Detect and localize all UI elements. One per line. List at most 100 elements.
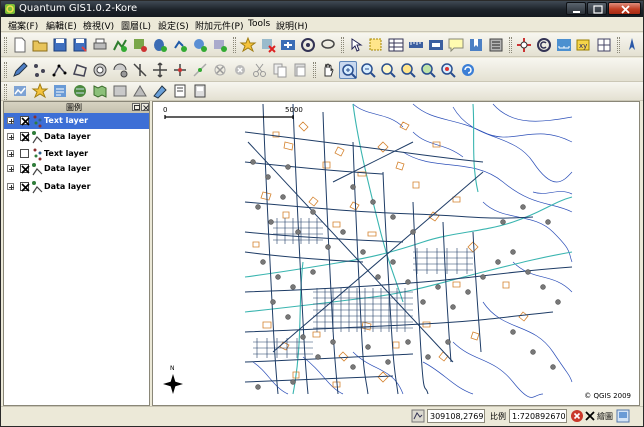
plugin-tool-6-button[interactable] bbox=[171, 82, 189, 100]
float-panel-button[interactable] bbox=[132, 103, 140, 111]
add-raster-button[interactable] bbox=[131, 36, 149, 54]
render-checkbox-icon[interactable] bbox=[583, 409, 597, 423]
attribute-table-button[interactable] bbox=[387, 36, 405, 54]
visibility-checkbox[interactable] bbox=[20, 116, 30, 126]
split-features-button[interactable] bbox=[131, 61, 149, 79]
legend-layer-item[interactable]: Data layer bbox=[4, 161, 149, 177]
zoom-to-layer-button[interactable] bbox=[419, 61, 437, 79]
toolbar-grip[interactable] bbox=[341, 37, 344, 53]
save-project-button[interactable] bbox=[51, 36, 69, 54]
toolbar-grip[interactable] bbox=[617, 37, 620, 53]
add-ring-button[interactable] bbox=[91, 61, 109, 79]
menu-plugins[interactable]: 附加元件(P) bbox=[195, 19, 243, 32]
visibility-checkbox[interactable] bbox=[20, 164, 30, 174]
save-as-button[interactable] bbox=[71, 36, 89, 54]
scale-input[interactable]: 1:7208926701 bbox=[509, 409, 567, 423]
move-feature-button[interactable] bbox=[151, 61, 169, 79]
symbology-button[interactable] bbox=[11, 82, 29, 100]
projection-icon[interactable] bbox=[616, 409, 630, 423]
delete-selected-button[interactable] bbox=[231, 61, 249, 79]
delete-vertex-button[interactable] bbox=[211, 61, 229, 79]
identify-button[interactable] bbox=[347, 36, 365, 54]
zoom-in-button[interactable] bbox=[339, 61, 357, 79]
pan-button[interactable] bbox=[319, 61, 337, 79]
toggle-editing-button[interactable] bbox=[11, 61, 29, 79]
add-wms-button[interactable] bbox=[191, 36, 209, 54]
zoom-last-button[interactable] bbox=[439, 61, 457, 79]
georeferencer-button[interactable]: xy bbox=[575, 36, 593, 54]
toggle-overview-button[interactable] bbox=[319, 36, 337, 54]
copy-features-button[interactable] bbox=[271, 61, 289, 79]
coordinate-toggle-icon[interactable] bbox=[411, 409, 425, 423]
hide-all-layers-button[interactable] bbox=[299, 36, 317, 54]
new-layer-star-button[interactable] bbox=[31, 82, 49, 100]
stop-render-icon[interactable] bbox=[570, 409, 584, 423]
coordinate-capture-button[interactable] bbox=[515, 36, 533, 54]
zoom-to-selection-button[interactable] bbox=[399, 61, 417, 79]
scale-bar-button[interactable] bbox=[555, 36, 573, 54]
add-vector-button[interactable] bbox=[111, 36, 129, 54]
plugin-tool-5-button[interactable] bbox=[151, 82, 169, 100]
close-button[interactable] bbox=[608, 2, 641, 15]
capture-point-button[interactable] bbox=[31, 61, 49, 79]
legend-layer-item[interactable]: Text layer bbox=[4, 113, 149, 129]
feature-form-button[interactable] bbox=[51, 82, 69, 100]
measure-area-button[interactable] bbox=[427, 36, 445, 54]
add-island-button[interactable] bbox=[111, 61, 129, 79]
menu-view[interactable]: 檢視(V) bbox=[83, 19, 114, 32]
expand-toggle[interactable] bbox=[7, 117, 14, 124]
zoom-out-button[interactable] bbox=[359, 61, 377, 79]
add-vertex-button[interactable] bbox=[191, 61, 209, 79]
remove-layer-button[interactable] bbox=[259, 36, 277, 54]
menu-settings[interactable]: 設定(S) bbox=[158, 19, 189, 32]
measure-line-button[interactable] bbox=[407, 36, 425, 54]
legend-layer-item[interactable]: Data layer bbox=[4, 129, 149, 145]
menu-tools[interactable]: Tools bbox=[248, 19, 270, 29]
legend-layer-item[interactable]: Text layer bbox=[4, 146, 149, 162]
legend-titlebar[interactable]: 圖例 bbox=[4, 102, 149, 113]
show-bookmarks-button[interactable] bbox=[487, 36, 505, 54]
menu-help[interactable]: 說明(H) bbox=[276, 19, 308, 32]
minimize-button[interactable] bbox=[566, 2, 586, 15]
menu-file[interactable]: 檔案(F) bbox=[8, 19, 38, 32]
toolbar-grip[interactable] bbox=[4, 37, 7, 53]
capture-polygon-button[interactable] bbox=[71, 61, 89, 79]
north-arrow-button[interactable] bbox=[623, 36, 641, 54]
add-spatialite-button[interactable] bbox=[171, 36, 189, 54]
copyright-label-button[interactable] bbox=[535, 36, 553, 54]
cut-features-button[interactable] bbox=[251, 61, 269, 79]
plugin-tool-7-button[interactable] bbox=[191, 82, 209, 100]
new-project-button[interactable] bbox=[11, 36, 29, 54]
toolbar-grip[interactable] bbox=[313, 62, 316, 78]
expand-toggle[interactable] bbox=[7, 165, 14, 172]
select-features-button[interactable] bbox=[367, 36, 385, 54]
visibility-checkbox[interactable] bbox=[20, 182, 30, 192]
map-tips-button[interactable] bbox=[447, 36, 465, 54]
legend-layer-item[interactable]: Data layer bbox=[4, 179, 149, 195]
toolbar-grip[interactable] bbox=[4, 84, 7, 100]
add-wfs-button[interactable] bbox=[211, 36, 229, 54]
visibility-checkbox[interactable] bbox=[20, 149, 29, 158]
menu-edit[interactable]: 編輯(E) bbox=[46, 19, 77, 32]
refresh-button[interactable] bbox=[459, 61, 477, 79]
add-postgis-button[interactable] bbox=[151, 36, 169, 54]
zoom-full-button[interactable] bbox=[379, 61, 397, 79]
menu-layer[interactable]: 圖層(L) bbox=[121, 19, 151, 32]
title-bar[interactable]: Quantum GIS1.0.2-Kore bbox=[1, 1, 643, 17]
expand-toggle[interactable] bbox=[7, 150, 14, 157]
paste-features-button[interactable] bbox=[291, 61, 309, 79]
move-vertex-button[interactable] bbox=[171, 61, 189, 79]
plugin-tool-2-button[interactable] bbox=[91, 82, 109, 100]
expand-toggle[interactable] bbox=[7, 183, 14, 190]
open-project-button[interactable] bbox=[31, 36, 49, 54]
new-vector-layer-button[interactable] bbox=[239, 36, 257, 54]
visibility-checkbox[interactable] bbox=[20, 132, 30, 142]
toolbar-grip[interactable] bbox=[233, 37, 236, 53]
plugin-tool-1-button[interactable] bbox=[71, 82, 89, 100]
map-canvas[interactable]: 0 5000 N © QGIS 2009 bbox=[152, 101, 640, 406]
add-all-to-overview-button[interactable] bbox=[279, 36, 297, 54]
gps-tools-button[interactable] bbox=[595, 36, 613, 54]
plugin-tool-3-button[interactable] bbox=[111, 82, 129, 100]
toolbar-grip[interactable] bbox=[4, 62, 7, 78]
expand-toggle[interactable] bbox=[7, 133, 14, 140]
